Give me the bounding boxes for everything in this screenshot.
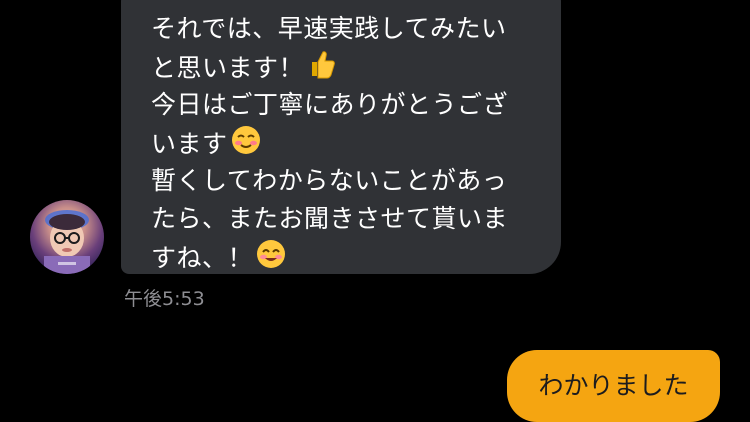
smiling-face-icon (255, 238, 287, 281)
contact-avatar[interactable] (30, 200, 104, 274)
message-line: います (151, 124, 508, 162)
message-line: 今日はご丁寧にありがとうござ (151, 90, 509, 119)
message-line: と思います！ (151, 48, 508, 86)
incoming-message-bubble[interactable]: それでは、早速実践してみたい と思います！ 今日はご丁寧にありがとうござ います… (121, 0, 561, 274)
message-line: 暫くしてわからないことがあっ (151, 166, 508, 195)
message-line-text: と思います！ (151, 53, 305, 83)
message-line-text: すね、！ (151, 243, 254, 273)
thumbs-up-icon (306, 48, 338, 91)
outgoing-message-text: わかりました (538, 371, 689, 400)
message-line: すね、！ (151, 238, 508, 276)
message-timestamp: 午後5:53 (124, 288, 205, 310)
message-line-text: います (151, 129, 228, 159)
message-line: それでは、早速実践してみたい (151, 14, 507, 43)
smiling-blush-icon (230, 124, 262, 167)
message-line: たら、またお聞きさせて貰いま (151, 204, 509, 233)
incoming-message-text: それでは、早速実践してみたい と思います！ 今日はご丁寧にありがとうござ います… (151, 10, 508, 276)
outgoing-message-bubble[interactable]: わかりました (507, 350, 720, 422)
avatar-image (44, 210, 90, 274)
